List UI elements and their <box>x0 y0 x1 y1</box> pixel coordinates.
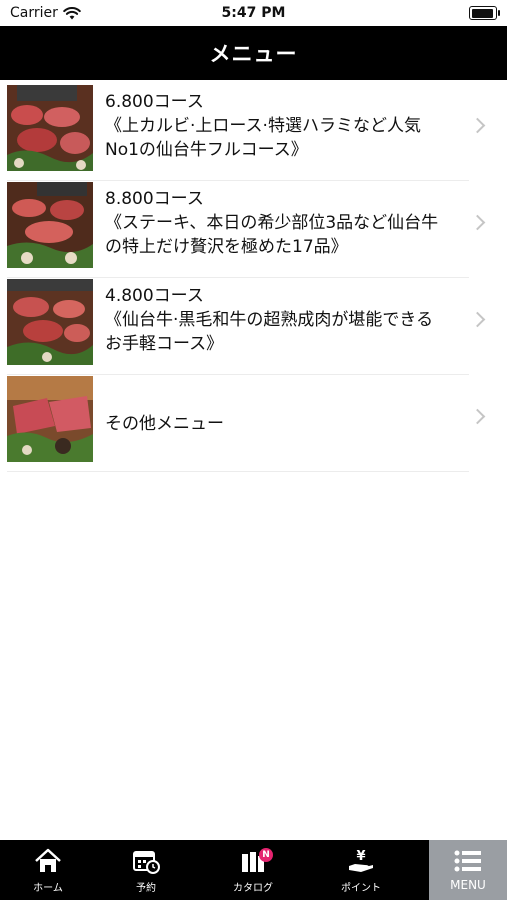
menu-item-course-8800[interactable]: 8.800コース 《ステーキ、本日の希少部位3品など仙台牛 の特上だけ贅沢を極め… <box>0 181 507 278</box>
menu-item-title: その他メニュー <box>105 413 224 434</box>
menu-item-course-6800[interactable]: 6.800コース 《上カルビ·上ロース·特選ハラミなど人気 No1の仙台牛フルコ… <box>0 84 507 181</box>
battery-level <box>471 8 494 18</box>
menu-item-text: その他メニュー <box>105 375 462 472</box>
yakiniku-course-photo <box>7 182 93 268</box>
menu-item-description: の特上だけ贅沢を極めた17品》 <box>105 237 348 257</box>
new-badge: N <box>259 848 273 862</box>
menu-item-title: 4.800コース <box>105 286 204 306</box>
chevron-right-icon <box>469 311 486 328</box>
tab-label: カタログ <box>233 883 273 894</box>
menu-item-description: お手軽コース》 <box>105 334 224 354</box>
raw-beef-photo <box>7 376 93 462</box>
menu-list: 6.800コース 《上カルビ·上ロース·特選ハラミなど人気 No1の仙台牛フルコ… <box>0 84 507 472</box>
tab-catalog[interactable]: N カタログ <box>205 840 301 900</box>
home-icon <box>35 848 61 872</box>
chevron-right-icon <box>469 214 486 231</box>
tab-reservation[interactable]: 予約 <box>98 840 194 900</box>
list-icon <box>454 850 481 872</box>
menu-item-description: 《上カルビ·上ロース·特選ハラミなど人気 <box>105 116 421 136</box>
tab-label: MENU <box>450 878 486 892</box>
battery-icon <box>469 6 500 20</box>
menu-item-description: No1の仙台牛フルコース》 <box>105 140 308 160</box>
menu-item-description: 《仙台牛·黒毛和牛の超熟成肉が堪能できる <box>105 310 434 330</box>
chevron-right-icon <box>469 117 486 134</box>
yakiniku-course-photo <box>7 279 93 365</box>
tab-label: ホーム <box>33 883 63 894</box>
nav-bar: メニュー <box>0 26 507 80</box>
menu-item-description: 《ステーキ、本日の希少部位3品など仙台牛 <box>105 213 439 233</box>
menu-item-other[interactable]: その他メニュー <box>0 375 507 472</box>
svg-text:¥: ¥ <box>356 849 365 864</box>
yakiniku-course-photo <box>7 85 93 171</box>
tab-label: ポイント <box>341 883 381 894</box>
menu-item-text: 8.800コース 《ステーキ、本日の希少部位3品など仙台牛 の特上だけ贅沢を極め… <box>105 187 462 259</box>
yen-hand-icon: ¥ <box>349 849 373 872</box>
tab-points[interactable]: ¥ ポイント <box>313 840 409 900</box>
chevron-right-icon <box>469 408 486 425</box>
calendar-clock-icon <box>133 851 160 874</box>
menu-item-text: 6.800コース 《上カルビ·上ロース·特選ハラミなど人気 No1の仙台牛フルコ… <box>105 90 462 162</box>
menu-item-text: 4.800コース 《仙台牛·黒毛和牛の超熟成肉が堪能できる お手軽コース》 <box>105 284 462 356</box>
menu-item-title: 8.800コース <box>105 189 204 209</box>
tab-bar: ホーム 予約 N カタログ ¥ ポイント MENU <box>0 840 507 900</box>
status-time: 5:47 PM <box>221 5 286 21</box>
menu-item-course-4800[interactable]: 4.800コース 《仙台牛·黒毛和牛の超熟成肉が堪能できる お手軽コース》 <box>0 278 507 375</box>
tab-home[interactable]: ホーム <box>0 840 96 900</box>
status-bar: Carrier 5:47 PM <box>0 0 507 26</box>
tab-label: 予約 <box>136 883 156 894</box>
menu-item-title: 6.800コース <box>105 92 204 112</box>
tab-menu[interactable]: MENU <box>429 840 507 900</box>
page-title: メニュー <box>209 42 298 66</box>
